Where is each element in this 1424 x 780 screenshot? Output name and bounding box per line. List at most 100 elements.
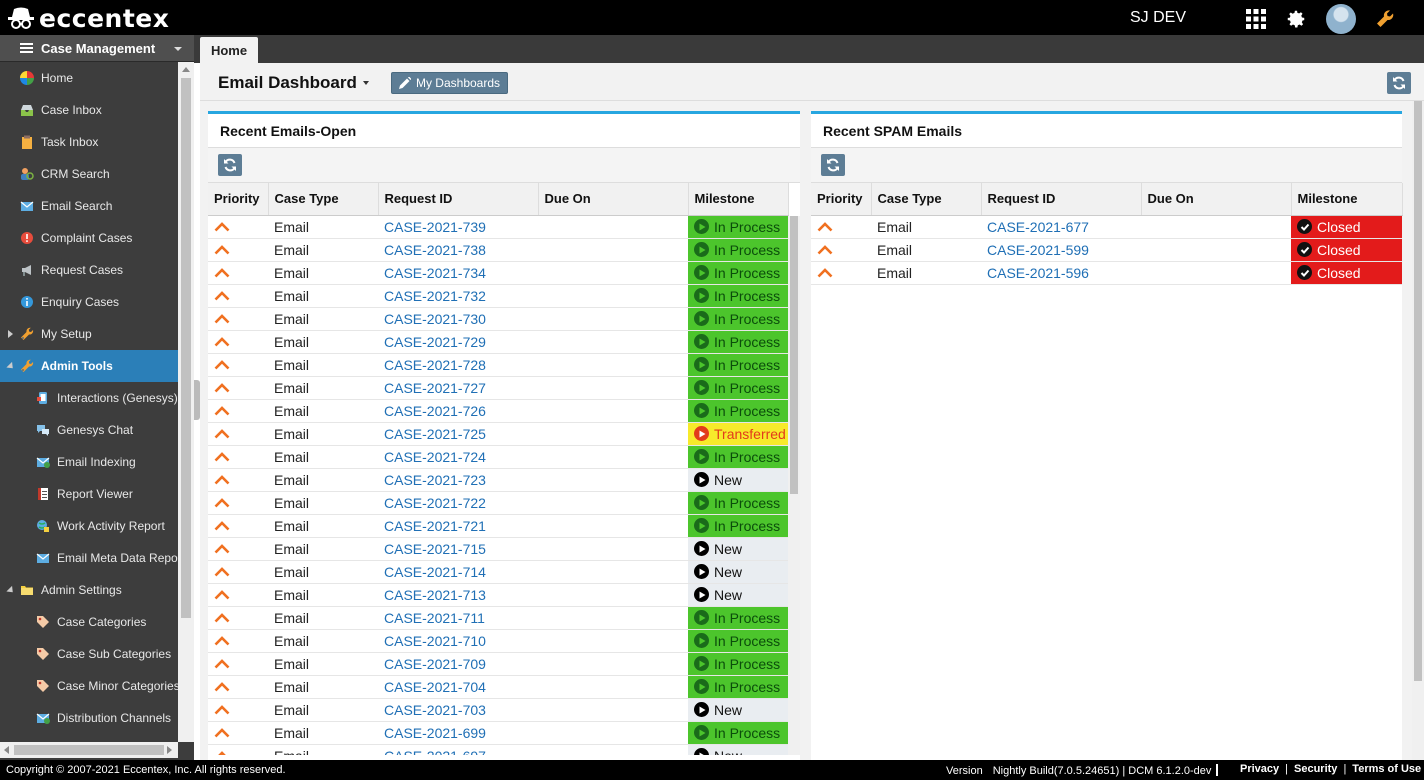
page-vertical-scrollbar[interactable] <box>1412 101 1424 760</box>
sidebar-header[interactable]: Case Management <box>0 35 194 62</box>
table-row[interactable]: Email CASE-2021-709 In Process <box>208 652 788 676</box>
table-row[interactable]: Email CASE-2021-715 New <box>208 537 788 561</box>
sidebar-horizontal-scrollbar[interactable] <box>0 742 178 758</box>
collapse-arrow-icon[interactable] <box>6 361 16 372</box>
request-id-link[interactable]: CASE-2021-697 <box>378 744 538 755</box>
column-header-request-id[interactable]: Request ID <box>981 183 1142 216</box>
column-header-request-id[interactable]: Request ID <box>378 183 539 216</box>
request-id-link[interactable]: CASE-2021-599 <box>981 238 1141 262</box>
request-id-link[interactable]: CASE-2021-732 <box>378 284 538 308</box>
sidebar-item-admin-tools[interactable]: Admin Tools <box>0 350 178 382</box>
tab-home[interactable]: Home <box>200 37 258 63</box>
terms-of-use-link[interactable]: Terms of Use <box>1352 763 1421 775</box>
table-row[interactable]: Email CASE-2021-724 In Process <box>208 445 788 469</box>
request-id-link[interactable]: CASE-2021-727 <box>378 376 538 400</box>
request-id-link[interactable]: CASE-2021-730 <box>378 307 538 331</box>
column-header-priority[interactable]: Priority <box>208 183 269 216</box>
apps-grid-icon[interactable] <box>1246 9 1266 29</box>
request-id-link[interactable]: CASE-2021-729 <box>378 330 538 354</box>
wrench-icon[interactable] <box>1375 9 1395 29</box>
column-header-due-on[interactable]: Due On <box>538 183 689 216</box>
table-row[interactable]: Email CASE-2021-599 Closed <box>811 238 1402 262</box>
sidebar-item-task-inbox[interactable]: Task Inbox <box>0 126 178 158</box>
dashboard-refresh-button[interactable] <box>1387 72 1411 94</box>
request-id-link[interactable]: CASE-2021-703 <box>378 698 538 722</box>
request-id-link[interactable]: CASE-2021-704 <box>378 675 538 699</box>
scroll-left-arrow-icon[interactable] <box>4 746 9 754</box>
column-header-case-type[interactable]: Case Type <box>268 183 379 216</box>
table-row[interactable]: Email CASE-2021-725 Transferred <box>208 422 788 446</box>
open-emails-grid-scrollbar[interactable] <box>788 216 800 755</box>
table-row[interactable]: Email CASE-2021-730 In Process <box>208 307 788 331</box>
table-row[interactable]: Email CASE-2021-713 New <box>208 583 788 607</box>
sidebar-item-genesys-chat[interactable]: Genesys Chat <box>0 414 178 446</box>
user-name[interactable]: SJ DEV <box>1130 9 1186 27</box>
table-row[interactable]: Email CASE-2021-722 In Process <box>208 491 788 515</box>
table-row[interactable]: Email CASE-2021-721 In Process <box>208 514 788 538</box>
request-id-link[interactable]: CASE-2021-721 <box>378 514 538 538</box>
sidebar-item-case-inbox[interactable]: Case Inbox <box>0 94 178 126</box>
sidebar-item-home[interactable]: Home <box>0 62 178 94</box>
sidebar-item-request-cases[interactable]: Request Cases <box>0 254 178 286</box>
sidebar-item-email-meta-data-report[interactable]: Email Meta Data Report <box>0 542 178 574</box>
sidebar-item-my-setup[interactable]: My Setup <box>0 318 178 350</box>
gear-icon[interactable] <box>1285 8 1307 30</box>
column-header-case-type[interactable]: Case Type <box>871 183 982 216</box>
request-id-link[interactable]: CASE-2021-710 <box>378 629 538 653</box>
table-row[interactable]: Email CASE-2021-710 In Process <box>208 629 788 653</box>
sidebar-item-case-minor-categories[interactable]: Case Minor Categories <box>0 670 178 702</box>
request-id-link[interactable]: CASE-2021-713 <box>378 583 538 607</box>
sidebar-item-case-sub-categories[interactable]: Case Sub Categories <box>0 638 178 670</box>
table-row[interactable]: Email CASE-2021-734 In Process <box>208 261 788 285</box>
sidebar-item-complaint-cases[interactable]: Complaint Cases <box>0 222 178 254</box>
sidebar-item-crm-search[interactable]: CRM Search <box>0 158 178 190</box>
sidebar-item-work-activity-report[interactable]: Work Activity Report <box>0 510 178 542</box>
column-header-milestone[interactable]: Milestone <box>1291 183 1403 216</box>
request-id-link[interactable]: CASE-2021-711 <box>378 606 538 630</box>
table-row[interactable]: Email CASE-2021-723 New <box>208 468 788 492</box>
table-row[interactable]: Email CASE-2021-703 New <box>208 698 788 722</box>
sidebar-item-enquiry-cases[interactable]: Enquiry Cases <box>0 286 178 318</box>
request-id-link[interactable]: CASE-2021-734 <box>378 261 538 285</box>
table-row[interactable]: Email CASE-2021-739 In Process <box>208 215 788 239</box>
table-row[interactable]: Email CASE-2021-727 In Process <box>208 376 788 400</box>
request-id-link[interactable]: CASE-2021-677 <box>981 215 1141 239</box>
table-row[interactable]: Email CASE-2021-711 In Process <box>208 606 788 630</box>
request-id-link[interactable]: CASE-2021-699 <box>378 721 538 745</box>
request-id-link[interactable]: CASE-2021-724 <box>378 445 538 469</box>
scroll-right-arrow-icon[interactable] <box>167 746 172 754</box>
sidebar-item-report-viewer[interactable]: Report Viewer <box>0 478 178 510</box>
request-id-link[interactable]: CASE-2021-722 <box>378 491 538 515</box>
privacy-link[interactable]: Privacy <box>1240 763 1279 775</box>
table-row[interactable]: Email CASE-2021-704 In Process <box>208 675 788 699</box>
table-row[interactable]: Email CASE-2021-699 In Process <box>208 721 788 745</box>
dashboard-title-dropdown[interactable]: Email Dashboard <box>218 73 369 93</box>
user-avatar[interactable] <box>1326 4 1356 34</box>
scrollbar-thumb[interactable] <box>181 78 191 618</box>
table-row[interactable]: Email CASE-2021-738 In Process <box>208 238 788 262</box>
expand-arrow-icon[interactable] <box>8 330 13 338</box>
scrollbar-thumb[interactable] <box>14 745 164 755</box>
request-id-link[interactable]: CASE-2021-715 <box>378 537 538 561</box>
table-row[interactable]: Email CASE-2021-728 In Process <box>208 353 788 377</box>
panel-refresh-button[interactable] <box>821 154 845 176</box>
table-row[interactable]: Email CASE-2021-726 In Process <box>208 399 788 423</box>
sidebar-item-email-search[interactable]: Email Search <box>0 190 178 222</box>
request-id-link[interactable]: CASE-2021-738 <box>378 238 538 262</box>
column-header-milestone[interactable]: Milestone <box>688 183 789 216</box>
request-id-link[interactable]: CASE-2021-728 <box>378 353 538 377</box>
scroll-up-arrow-icon[interactable] <box>182 67 190 72</box>
table-row[interactable]: Email CASE-2021-732 In Process <box>208 284 788 308</box>
request-id-link[interactable]: CASE-2021-596 <box>981 261 1141 285</box>
request-id-link[interactable]: CASE-2021-714 <box>378 560 538 584</box>
request-id-link[interactable]: CASE-2021-726 <box>378 399 538 423</box>
sidebar-vertical-scrollbar[interactable] <box>178 62 194 742</box>
table-row[interactable]: EmailCASE-2021-697 New <box>208 744 788 755</box>
brand-logo[interactable]: eccentex <box>8 3 169 33</box>
security-link[interactable]: Security <box>1294 763 1337 775</box>
table-row[interactable]: Email CASE-2021-714 New <box>208 560 788 584</box>
scrollbar-thumb[interactable] <box>1414 101 1422 681</box>
sidebar-item-admin-settings[interactable]: Admin Settings <box>0 574 178 606</box>
table-row[interactable]: Email CASE-2021-677 Closed <box>811 215 1402 239</box>
request-id-link[interactable]: CASE-2021-725 <box>378 422 538 446</box>
